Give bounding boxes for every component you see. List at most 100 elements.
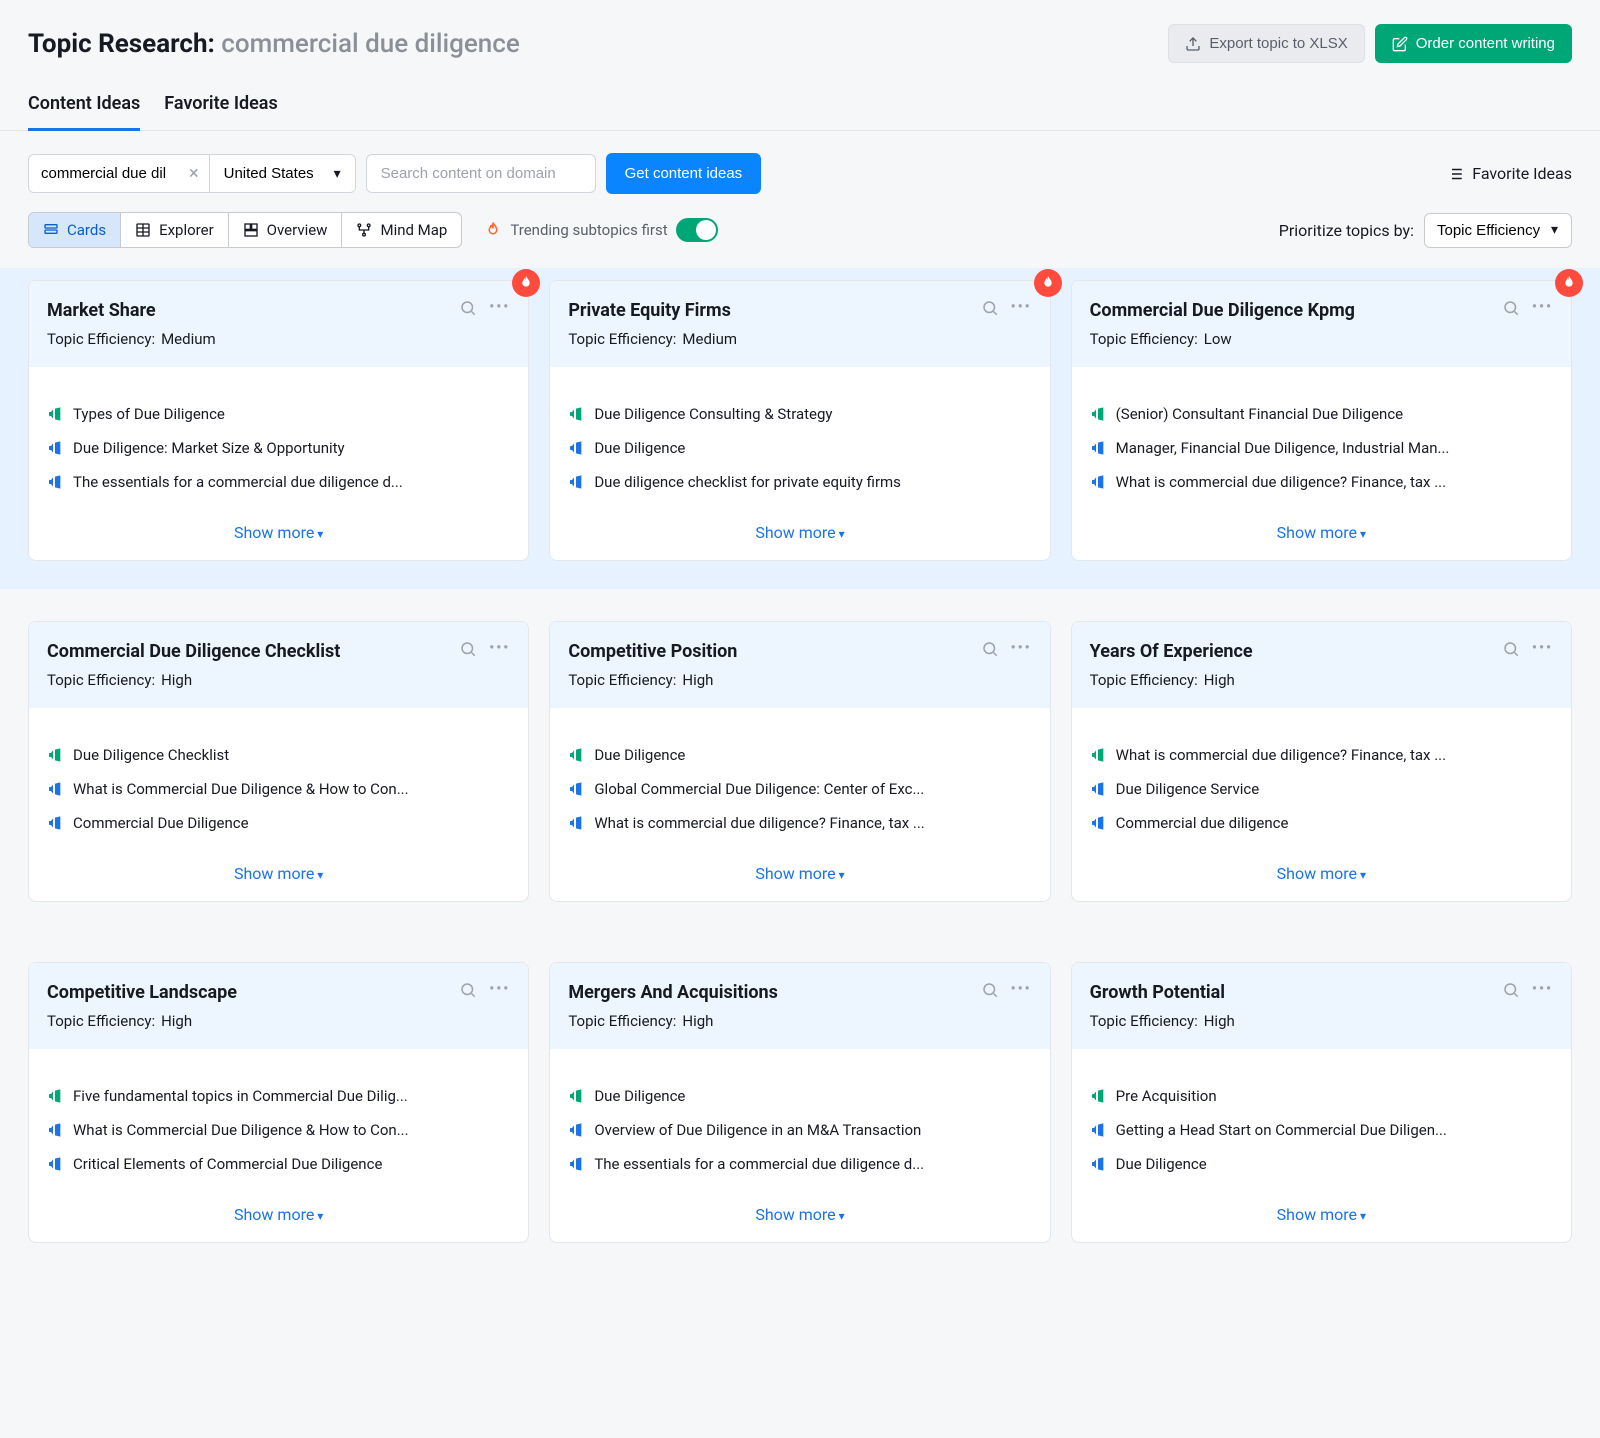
idea-item[interactable]: What is Commercial Due Diligence & How t…: [47, 1113, 510, 1147]
card-more-icon[interactable]: •••: [1011, 981, 1032, 999]
list-icon: [1446, 165, 1464, 183]
idea-text: Manager, Financial Due Diligence, Indust…: [1116, 439, 1450, 457]
idea-item[interactable]: Five fundamental topics in Commercial Du…: [47, 1079, 510, 1113]
idea-item[interactable]: Getting a Head Start on Commercial Due D…: [1090, 1113, 1553, 1147]
idea-item[interactable]: Due Diligence: Market Size & Opportunity: [47, 431, 510, 465]
idea-item[interactable]: Global Commercial Due Diligence: Center …: [568, 772, 1031, 806]
get-content-ideas-button[interactable]: Get content ideas: [606, 153, 762, 194]
export-xlsx-button[interactable]: Export topic to XLSX: [1168, 24, 1364, 63]
bullhorn-icon: [568, 406, 584, 422]
card-search-icon[interactable]: [1502, 299, 1520, 317]
idea-item[interactable]: Due Diligence Checklist: [47, 738, 510, 772]
idea-item[interactable]: Commercial due diligence: [1090, 806, 1553, 840]
topic-card: Growth Potential ••• Topic Efficiency Hi…: [1071, 962, 1572, 1243]
idea-item[interactable]: Due Diligence Service: [1090, 772, 1553, 806]
card-search-icon[interactable]: [981, 981, 999, 999]
idea-item[interactable]: Overview of Due Diligence in an M&A Tran…: [568, 1113, 1031, 1147]
bullhorn-icon: [568, 440, 584, 456]
view-explorer[interactable]: Explorer: [121, 213, 229, 247]
idea-item[interactable]: Manager, Financial Due Diligence, Indust…: [1090, 431, 1553, 465]
idea-item[interactable]: (Senior) Consultant Financial Due Dilige…: [1090, 397, 1553, 431]
bullhorn-icon: [1090, 1122, 1106, 1138]
view-cards[interactable]: Cards: [29, 213, 121, 247]
trending-badge-icon: [512, 269, 540, 297]
idea-item[interactable]: The essentials for a commercial due dili…: [47, 465, 510, 499]
view-overview[interactable]: Overview: [229, 213, 343, 247]
idea-item[interactable]: Due Diligence: [568, 1079, 1031, 1113]
show-more-link[interactable]: Show more: [550, 850, 1049, 901]
show-more-link[interactable]: Show more: [29, 1191, 528, 1242]
trending-badge-icon: [1034, 269, 1062, 297]
idea-item[interactable]: Commercial Due Diligence: [47, 806, 510, 840]
show-more-link[interactable]: Show more: [550, 1191, 1049, 1242]
show-more-link[interactable]: Show more: [550, 509, 1049, 560]
card-title: Competitive Landscape: [47, 981, 237, 1004]
show-more-link[interactable]: Show more: [1072, 1191, 1571, 1242]
idea-item[interactable]: Due Diligence Consulting & Strategy: [568, 397, 1031, 431]
topic-card: Competitive Position ••• Topic Efficienc…: [549, 621, 1050, 902]
idea-item[interactable]: Due Diligence: [568, 738, 1031, 772]
trending-label: Trending subtopics first: [510, 221, 667, 239]
idea-item[interactable]: What is commercial due diligence? Financ…: [1090, 738, 1553, 772]
card-more-icon[interactable]: •••: [1532, 640, 1553, 658]
prioritize-label: Prioritize topics by:: [1279, 221, 1414, 240]
idea-item[interactable]: Due Diligence: [568, 431, 1031, 465]
page-title: Topic Research: commercial due diligence: [28, 29, 520, 59]
bullhorn-icon: [47, 815, 63, 831]
tab-content-ideas[interactable]: Content Ideas: [28, 93, 140, 131]
efficiency-value: Low: [1204, 330, 1232, 348]
idea-text: What is commercial due diligence? Financ…: [1116, 473, 1446, 491]
keyword-input[interactable]: [29, 155, 179, 192]
card-more-icon[interactable]: •••: [1011, 299, 1032, 317]
card-more-icon[interactable]: •••: [1532, 299, 1553, 317]
idea-item[interactable]: Due diligence checklist for private equi…: [568, 465, 1031, 499]
view-mindmap[interactable]: Mind Map: [342, 213, 461, 247]
efficiency-value: High: [161, 1012, 192, 1030]
card-more-icon[interactable]: •••: [489, 640, 510, 658]
card-search-icon[interactable]: [1502, 981, 1520, 999]
idea-item[interactable]: The essentials for a commercial due dili…: [568, 1147, 1031, 1181]
show-more-link[interactable]: Show more: [29, 509, 528, 560]
idea-text: (Senior) Consultant Financial Due Dilige…: [1116, 405, 1403, 423]
efficiency-label: Topic Efficiency: [1090, 671, 1198, 689]
order-content-label: Order content writing: [1416, 35, 1555, 52]
favorite-ideas-link[interactable]: Favorite Ideas: [1446, 164, 1572, 183]
idea-item[interactable]: What is commercial due diligence? Financ…: [1090, 465, 1553, 499]
card-search-icon[interactable]: [981, 640, 999, 658]
country-select[interactable]: United States: [209, 155, 355, 192]
idea-text: Commercial due diligence: [1116, 814, 1289, 832]
idea-item[interactable]: What is commercial due diligence? Financ…: [568, 806, 1031, 840]
tab-favorite-ideas[interactable]: Favorite Ideas: [164, 93, 277, 131]
card-search-icon[interactable]: [981, 299, 999, 317]
card-search-icon[interactable]: [1502, 640, 1520, 658]
clear-keyword-icon[interactable]: ×: [179, 155, 209, 192]
idea-item[interactable]: Critical Elements of Commercial Due Dili…: [47, 1147, 510, 1181]
show-more-link[interactable]: Show more: [1072, 509, 1571, 560]
efficiency-label: Topic Efficiency: [568, 1012, 676, 1030]
idea-item[interactable]: What is Commercial Due Diligence & How t…: [47, 772, 510, 806]
card-title: Growth Potential: [1090, 981, 1225, 1004]
efficiency-label: Topic Efficiency: [1090, 330, 1198, 348]
card-more-icon[interactable]: •••: [489, 299, 510, 317]
idea-item[interactable]: Types of Due Diligence: [47, 397, 510, 431]
idea-text: Due Diligence Consulting & Strategy: [594, 405, 832, 423]
trending-toggle[interactable]: [676, 218, 718, 242]
card-more-icon[interactable]: •••: [1532, 981, 1553, 999]
bullhorn-icon: [1090, 747, 1106, 763]
show-more-link[interactable]: Show more: [1072, 850, 1571, 901]
idea-item[interactable]: Pre Acquisition: [1090, 1079, 1553, 1113]
card-search-icon[interactable]: [459, 981, 477, 999]
card-more-icon[interactable]: •••: [489, 981, 510, 999]
prioritize-select[interactable]: Topic Efficiency: [1424, 213, 1572, 248]
domain-input[interactable]: [366, 154, 596, 193]
edit-icon: [1392, 36, 1408, 52]
show-more-link[interactable]: Show more: [29, 850, 528, 901]
idea-item[interactable]: Due Diligence: [1090, 1147, 1553, 1181]
order-content-button[interactable]: Order content writing: [1375, 24, 1572, 63]
card-search-icon[interactable]: [459, 299, 477, 317]
idea-text: Due Diligence Checklist: [73, 746, 229, 764]
bullhorn-icon: [1090, 406, 1106, 422]
card-search-icon[interactable]: [459, 640, 477, 658]
card-title: Years Of Experience: [1090, 640, 1253, 663]
card-more-icon[interactable]: •••: [1011, 640, 1032, 658]
